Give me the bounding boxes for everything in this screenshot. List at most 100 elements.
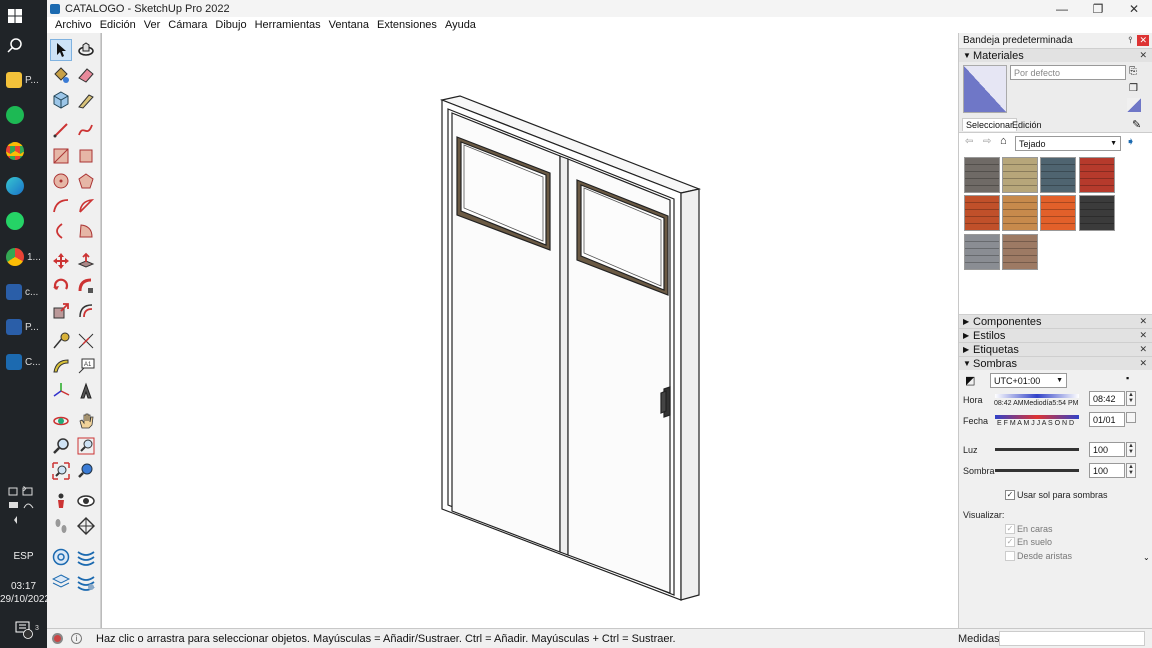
zoom-tool-icon[interactable] [50,435,72,457]
back-arrow-icon[interactable]: ⇦ [965,136,973,147]
sombra-spinner[interactable]: ▲ ▼ [1126,463,1136,478]
info-icon[interactable]: i [71,633,82,644]
luz-input[interactable]: 100 [1089,442,1125,457]
zoom-window-icon[interactable] [75,435,97,457]
desde-aristas-checkbox[interactable] [1005,551,1015,561]
pie-tool-icon[interactable] [75,220,97,242]
tape-measure-tool-icon[interactable] [75,89,97,111]
warehouse-icon[interactable] [50,546,72,568]
sample-paint-icon[interactable]: ❒ [1129,83,1138,94]
3d-text-tool-icon[interactable] [75,380,97,402]
styles-section-header[interactable]: ▶ Estilos ✕ [959,328,1152,342]
protractor-tool-icon[interactable] [50,355,72,377]
section-close-icon[interactable]: ✕ [1139,50,1147,61]
calendar-icon[interactable] [1126,412,1136,423]
luz-slider[interactable] [995,448,1079,451]
clock[interactable]: 03:17 29/10/2022 [0,580,50,606]
scale-tool-icon[interactable] [50,300,72,322]
hora-spinner[interactable]: ▲ ▼ [1126,391,1136,406]
chrome-icon[interactable] [6,137,42,165]
sketchup-icon[interactable]: C... [6,348,42,376]
scroll-down-icon[interactable]: ⌄ [1143,553,1150,562]
material-swatch[interactable] [964,234,1000,270]
hora-input[interactable]: 08:42 [1089,391,1125,406]
notifications-icon[interactable]: 3 [14,615,50,643]
sombra-input[interactable]: 100 [1089,463,1125,478]
maximize-button[interactable]: ❐ [1080,0,1116,17]
material-swatch[interactable] [1079,195,1115,231]
arc-tool-icon[interactable] [50,195,72,217]
menu-ver[interactable]: Ver [140,19,165,31]
material-swatch[interactable] [964,195,1000,231]
spotify-icon[interactable] [6,101,42,129]
tray-icons[interactable] [6,487,42,524]
search-icon[interactable] [6,32,42,60]
components-section-header[interactable]: ▶ Componentes ✕ [959,314,1152,328]
create-material-icon[interactable]: ⎘ [1129,66,1137,77]
drawing-viewport[interactable] [101,33,958,628]
materials-section-header[interactable]: ▼ Materiales ✕ [959,48,1152,62]
rectangle-tool-icon[interactable] [50,145,72,167]
geolocation-icon[interactable] [52,633,63,644]
zoom-extents-icon[interactable] [50,460,72,482]
material-name-field[interactable]: Por defecto [1010,65,1126,80]
shadow-toggle-icon[interactable]: ◩ [965,374,975,387]
en-caras-checkbox[interactable]: ✓ [1005,524,1015,534]
luz-spinner[interactable]: ▲ ▼ [1126,442,1136,457]
app-p-icon[interactable]: P... [6,313,42,341]
push-pull-tool-icon[interactable] [75,250,97,272]
rotate-tool-icon[interactable] [50,275,72,297]
chrome-profile-icon[interactable]: 1... [6,243,42,271]
tab-edicion[interactable]: Edición [1009,119,1045,131]
menu-ayuda[interactable]: Ayuda [441,19,480,31]
layers-warehouse-icon[interactable] [50,571,72,593]
position-camera-icon[interactable] [50,490,72,512]
polygon-tool-icon[interactable] [75,170,97,192]
select-tool-icon[interactable] [50,39,72,61]
section-close-icon[interactable]: ✕ [1139,344,1147,355]
material-swatch[interactable] [964,157,1000,193]
material-swatch[interactable] [1002,195,1038,231]
edge-icon[interactable] [6,172,42,200]
three-point-arc-icon[interactable] [50,220,72,242]
timezone-select[interactable]: UTC+01:00 ▼ [990,373,1067,388]
material-swatch[interactable] [1040,157,1076,193]
line-tool-icon[interactable] [50,119,72,141]
eyedropper-icon[interactable]: ✎ [1132,118,1141,131]
home-icon[interactable]: ⌂ [1000,135,1007,147]
app-c-icon[interactable]: c... [6,278,42,306]
walk-around-icon[interactable] [50,410,72,432]
menu-camara[interactable]: Cámara [164,19,211,31]
walk-tool-icon[interactable] [50,515,72,537]
material-swatch[interactable] [1079,157,1115,193]
material-swatch[interactable] [1040,195,1076,231]
menu-edicion[interactable]: Edición [96,19,140,31]
hora-slider[interactable] [995,394,1079,398]
extension-warehouse-icon[interactable] [75,546,97,568]
expand-icon[interactable]: ▪ [1126,373,1129,383]
section-close-icon[interactable]: ✕ [1139,316,1147,327]
material-preview[interactable] [963,65,1007,113]
file-explorer-icon[interactable]: P... [6,66,42,94]
minimize-button[interactable]: — [1044,0,1080,17]
section-close-icon[interactable]: ✕ [1139,330,1147,341]
paint-bucket-icon[interactable] [50,64,72,86]
library-select[interactable]: Tejado ▼ [1015,136,1121,151]
rotated-rectangle-icon[interactable] [75,145,97,167]
menu-ventana[interactable]: Ventana [325,19,373,31]
details-arrow-icon[interactable]: ➧ [1126,135,1135,148]
two-point-arc-icon[interactable] [75,195,97,217]
measurements-input[interactable] [999,631,1145,646]
dimension-tool-icon[interactable] [75,330,97,352]
section-plane-icon[interactable] [75,515,97,537]
circle-tool-icon[interactable] [50,170,72,192]
move-tool-icon[interactable] [50,250,72,272]
fecha-input[interactable]: 01/01 [1089,412,1125,427]
material-swatch[interactable] [1002,234,1038,270]
tray-close-icon[interactable]: ✕ [1137,35,1149,46]
material-swatch[interactable] [1002,157,1038,193]
sombra-slider[interactable] [995,469,1079,472]
whatsapp-icon[interactable] [6,207,42,235]
axes-tool-icon[interactable] [50,380,72,402]
previous-view-icon[interactable] [75,460,97,482]
